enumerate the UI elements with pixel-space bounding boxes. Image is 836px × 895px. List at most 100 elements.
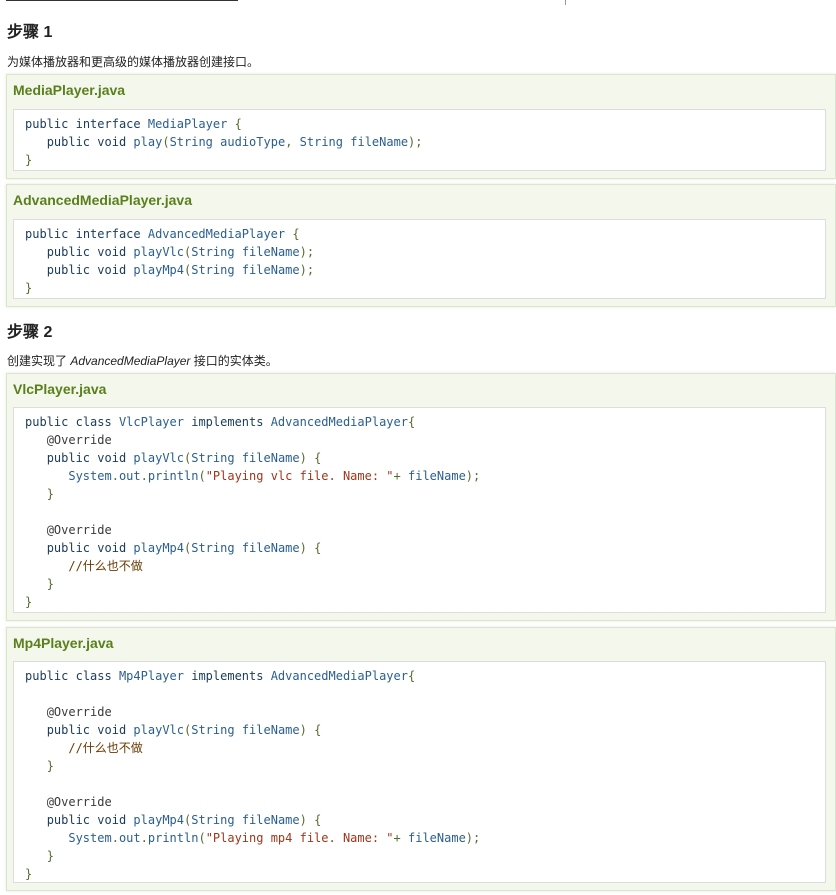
code-line: @Override [25,521,480,539]
code-comment: //什么也不做 [68,741,143,755]
code-line [25,685,480,703]
code-keyword: void [97,263,127,277]
code-identifier: playVlc [133,723,184,737]
code-line: public void playMp4(String fileName); [25,261,314,279]
code-punctuation: + [393,831,401,845]
code-line: } [25,847,480,865]
code-punctuation: } [46,849,54,863]
code-identifier: String [191,813,235,827]
code-line: public interface AdvancedMediaPlayer { [25,225,314,243]
file-title: Mp4Player.java [13,635,114,651]
code-identifier: println [147,469,199,483]
code-block: public interface AdvancedMediaPlayer { p… [13,219,826,299]
code-identifier: playVlc [133,245,184,259]
code-line: } [25,865,480,883]
code-line: public void play(String audioType, Strin… [25,133,423,151]
code-punctuation: ); [465,831,481,845]
code-keyword: public [46,135,91,149]
code-identifier: MediaPlayer [147,117,228,131]
code-keyword: public [46,813,91,827]
code-line: //什么也不做 [25,557,480,575]
code-identifier: fileName [241,451,300,465]
code-keyword: public [46,451,91,465]
step-1-description: 为媒体播放器和更高级的媒体播放器创建接口。 [7,55,260,69]
code-line: } [25,757,480,775]
code-keyword: void [97,451,127,465]
code-punctuation: . [111,469,119,483]
code-line: public void playVlc(String fileName); [25,243,314,261]
code-line: public void playVlc(String fileName) { [25,449,480,467]
code-punctuation: . [111,831,119,845]
code-punctuation: } [46,487,54,501]
code-keyword: public [25,227,69,241]
file-title: MediaPlayer.java [13,82,126,98]
code-identifier: String [191,245,235,259]
code-punctuation: ( [162,135,170,149]
code-identifier: playMp4 [133,813,184,827]
code-punctuation: . [140,469,148,483]
code-keyword: class [75,415,112,429]
code-punctuation: + [393,469,401,483]
code-punctuation: { [407,669,416,683]
code-identifier: String [191,263,235,277]
code-keyword: implements [191,415,264,429]
code-annotation: @Override [46,795,112,809]
code-identifier: audioType [220,135,286,149]
file-title: AdvancedMediaPlayer.java [13,192,192,208]
code-punctuation: { [314,723,322,737]
code-punctuation: } [25,595,33,609]
code-identifier: String [191,541,235,555]
code-punctuation: { [314,541,322,555]
code-keyword: void [97,723,127,737]
code-line: public void playVlc(String fileName) { [25,721,480,739]
code-line: } [25,485,480,503]
code-line: //什么也不做 [25,739,480,757]
code-identifier: System [68,469,112,483]
code-punctuation: { [292,227,300,241]
code-line: } [25,593,480,611]
code-line: @Override [25,793,480,811]
code-identifier: fileName [241,723,300,737]
step-2-heading: 步骤 2 [7,324,53,341]
step-1-heading: 步骤 1 [7,24,53,41]
code-punctuation: } [46,577,54,591]
code-string: "Playing mp4 file. Name: " [205,831,394,845]
code-punctuation: { [314,451,322,465]
code-keyword: interface [75,227,141,241]
code-keyword: public [46,723,91,737]
code-keyword: interface [75,117,141,131]
code-keyword: public [46,263,91,277]
code-line: } [25,151,423,169]
code-keyword: public [25,669,69,683]
code-keyword: void [97,541,127,555]
code-punctuation: { [314,813,322,827]
step-2-desc-interface-name: AdvancedMediaPlayer [70,354,191,368]
code-identifier: fileName [241,263,300,277]
code-identifier: String [191,723,235,737]
code-keyword: public [46,245,91,259]
code-line [25,503,480,521]
